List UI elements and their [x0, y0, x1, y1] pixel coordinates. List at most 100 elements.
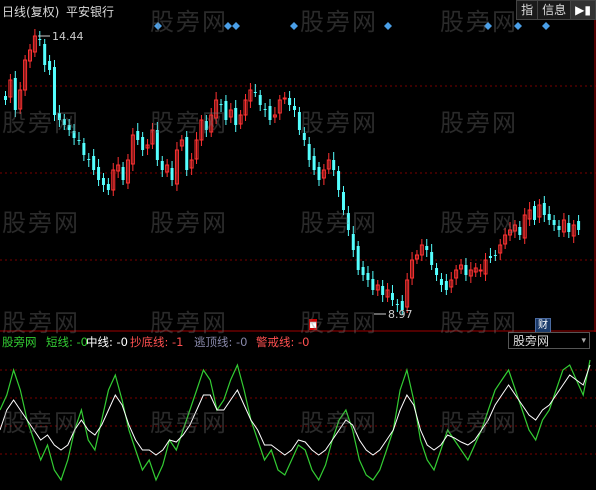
candle-body: [155, 130, 159, 160]
candle-body: [430, 252, 434, 265]
candle-body: [390, 293, 394, 300]
candle-body: [567, 223, 571, 232]
candle-body: [282, 97, 287, 100]
mid-line-value: 中线: -0: [86, 335, 128, 349]
candle-body: [87, 159, 91, 160]
expand-arrow-icon[interactable]: ▶▮: [570, 0, 596, 20]
candle-body: [72, 131, 76, 138]
indicator-selector-value: 股旁网: [513, 334, 550, 348]
candle-body: [317, 167, 321, 180]
candle-body: [381, 286, 385, 295]
short-line-curve: [0, 359, 591, 482]
candle-body: [43, 44, 47, 65]
candle-body: [121, 167, 125, 180]
candle-body: [77, 140, 81, 141]
candle-body: [302, 133, 306, 140]
candle-body: [297, 112, 301, 130]
event-diamond-icon: [384, 22, 392, 30]
candle-body: [97, 167, 101, 180]
candle-body: [224, 101, 228, 120]
chart-period-label[interactable]: 日线(复权): [2, 3, 59, 20]
candle-body: [366, 273, 370, 280]
price-gridlines: [0, 20, 596, 332]
candle-body: [288, 98, 292, 105]
event-flag-icon[interactable]: ■: [309, 319, 317, 330]
candle-body: [425, 246, 429, 250]
candle-body: [234, 108, 238, 125]
candle-body: [533, 206, 537, 220]
bottom-line-value: 抄底线: -1: [130, 335, 184, 349]
indicator-chart[interactable]: [0, 350, 596, 490]
candle-body: [346, 213, 350, 230]
top-toolbar: 指 信息 ▶▮: [516, 0, 596, 20]
candle-body: [435, 268, 439, 275]
candlestick-chart[interactable]: 14.44 8.97: [0, 20, 596, 332]
candle-body: [444, 281, 448, 290]
candle-body: [52, 67, 56, 115]
candle-body: [62, 119, 66, 125]
candle-body: [48, 61, 52, 70]
warn-line-value: 警戒线: -0: [256, 335, 310, 349]
candle-body: [312, 156, 316, 170]
candle-body: [92, 156, 96, 170]
low-price-annotation: 8.97: [374, 308, 413, 321]
info-button[interactable]: 信息: [537, 0, 572, 20]
candle-body: [518, 227, 522, 235]
candle-body: [38, 39, 42, 40]
event-diamond-icon: [290, 22, 298, 30]
candle-body: [478, 269, 483, 272]
candle-body: [493, 255, 497, 256]
candle-body: [185, 137, 189, 170]
candle-body: [307, 144, 311, 160]
candle-body: [106, 184, 110, 190]
candle-body: [13, 78, 17, 110]
candle-body: [395, 304, 399, 305]
event-diamond-icon: [154, 22, 162, 30]
candle-body: [57, 113, 61, 120]
candle-body: [4, 96, 7, 100]
candle-body: [547, 214, 551, 220]
candle-body: [136, 131, 140, 140]
candle-body: [332, 160, 336, 170]
event-diamond-icon: [484, 22, 492, 30]
candle-body: [219, 104, 223, 105]
candle-body: [439, 279, 443, 285]
candle-body: [253, 92, 257, 93]
candle-body: [141, 137, 145, 150]
event-diamond-icon: [232, 22, 240, 30]
index-button[interactable]: 指: [516, 0, 539, 20]
candle-body: [356, 246, 360, 270]
candle-body: [542, 203, 546, 215]
candle-body: [337, 171, 341, 190]
candle-body: [170, 168, 174, 180]
candle-body: [351, 234, 355, 250]
candle-body: [293, 106, 296, 110]
candle-body: [67, 125, 71, 130]
candle-body: [371, 279, 375, 290]
candle-body: [341, 192, 345, 210]
event-diamond-icon: [224, 22, 232, 30]
candle-body: [488, 256, 492, 258]
finance-marker[interactable]: 财: [535, 318, 551, 333]
high-price-label: 14.44: [52, 30, 84, 43]
indicator-name[interactable]: 股旁网: [2, 334, 37, 350]
candle-body: [577, 221, 581, 230]
event-markers: [154, 22, 550, 30]
candle-body: [464, 265, 468, 275]
title-bar: 日线(复权) 平安银行: [0, 0, 520, 20]
stock-name: 平安银行: [66, 5, 115, 19]
candle-body: [263, 109, 267, 110]
candle-body: [204, 121, 208, 130]
candle-body: [160, 161, 164, 170]
candle-body: [82, 143, 86, 155]
event-diamond-icon: [514, 22, 522, 30]
short-line-value: 短线: -0: [46, 335, 88, 349]
chevron-down-icon: ▾: [581, 336, 586, 346]
escape-line-value: 逃顶线: -0: [194, 335, 248, 349]
candle-body: [258, 95, 262, 105]
event-diamond-icon: [542, 22, 550, 30]
indicator-legend: 股旁网 短线: -0 中线: -0 抄底线: -1 逃顶线: -0 警戒线: -…: [0, 333, 596, 349]
indicator-selector[interactable]: 股旁网 ▾: [508, 332, 590, 349]
candle-body: [557, 226, 561, 230]
candle-body: [552, 220, 556, 225]
